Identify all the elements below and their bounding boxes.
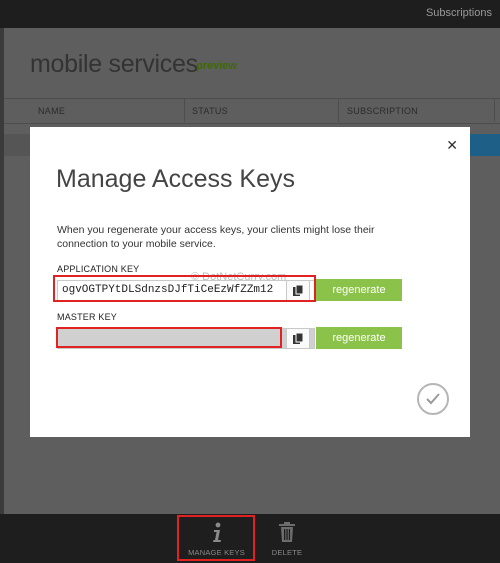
command-bar: MANAGE KEYS DELETE (0, 514, 500, 563)
subscriptions-link[interactable]: Subscriptions (426, 7, 492, 19)
copy-master-key-button[interactable] (286, 328, 310, 349)
close-icon[interactable]: ✕ (446, 137, 458, 154)
master-key-field[interactable] (57, 328, 315, 349)
application-key-label: APPLICATION KEY (57, 264, 140, 274)
manage-access-keys-dialog: ✕ Manage Access Keys When you regenerate… (30, 127, 470, 437)
column-header-status[interactable]: STATUS (192, 106, 228, 116)
table-row[interactable] (4, 134, 30, 156)
application-key-field[interactable]: ogvOGTPYtDLSdnzsDJfTiCeEzWfZZm12 (57, 280, 315, 301)
regenerate-application-key-button[interactable]: regenerate (316, 279, 402, 301)
delete-button[interactable]: DELETE (266, 514, 308, 563)
manage-keys-button[interactable]: MANAGE KEYS (179, 514, 254, 563)
master-key-label: MASTER KEY (57, 312, 118, 322)
column-divider (338, 98, 339, 122)
manage-keys-label: MANAGE KEYS (188, 548, 245, 557)
ok-checkmark-button[interactable] (417, 383, 449, 415)
info-icon (210, 522, 224, 549)
column-divider (184, 98, 185, 122)
copy-icon (293, 284, 303, 296)
column-header-name[interactable]: NAME (38, 106, 65, 116)
application-key-value[interactable]: ogvOGTPYtDLSdnzsDJfTiCeEzWfZZm12 (62, 284, 312, 296)
page-title: mobile services (30, 50, 198, 78)
column-divider (494, 98, 495, 122)
trash-icon (279, 522, 295, 547)
regenerate-master-key-button[interactable]: regenerate (316, 327, 402, 349)
copy-application-key-button[interactable] (286, 280, 310, 301)
table-header: NAME STATUS SUBSCRIPTION (4, 98, 500, 124)
top-bar: Subscriptions (0, 0, 500, 28)
copy-icon (293, 332, 303, 344)
checkmark-icon (426, 393, 440, 405)
dialog-description: When you regenerate your access keys, yo… (57, 224, 375, 250)
delete-label: DELETE (271, 548, 303, 557)
column-header-subscription[interactable]: SUBSCRIPTION (347, 106, 418, 116)
dialog-title: Manage Access Keys (56, 165, 296, 193)
preview-badge: preview (196, 60, 237, 72)
